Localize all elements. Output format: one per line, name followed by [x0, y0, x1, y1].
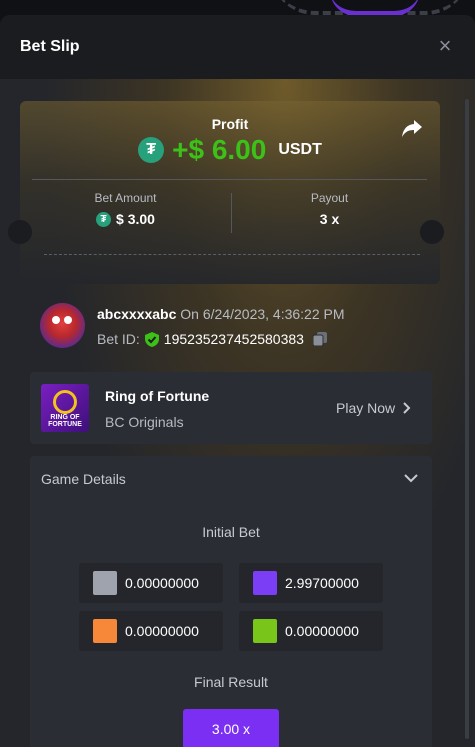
- bet-id-value: 195235237452580383: [163, 331, 304, 347]
- ticket-notch: [420, 220, 444, 244]
- tether-icon: ₮: [96, 211, 112, 227]
- profit-row: ₮ +$ 6.00 USDT: [20, 134, 440, 166]
- close-button[interactable]: ×: [435, 35, 455, 57]
- tether-icon: ₮: [138, 137, 165, 163]
- bet-slip-modal: Bet Slip × Profit ₮ +$ 6.00 USDT Bet Amo…: [0, 15, 475, 747]
- game-provider: BC Originals: [105, 414, 184, 430]
- chevron-right-icon: [403, 402, 411, 414]
- ticket-notch: [8, 220, 32, 244]
- bet-cell-value: 0.00000000: [125, 623, 199, 639]
- wheel-icon: [53, 390, 77, 414]
- game-details-header[interactable]: Game Details: [41, 471, 126, 487]
- bet-time: On 6/24/2023, 4:36:22 PM: [180, 306, 345, 322]
- bet-cell-value: 0.00000000: [285, 623, 359, 639]
- color-swatch: [253, 619, 277, 643]
- bet-cell-value: 0.00000000: [125, 575, 199, 591]
- profit-label: Profit: [211, 116, 249, 132]
- scrollbar[interactable]: [465, 99, 469, 739]
- game-thumbnail-text: RING OF FORTUNE: [48, 414, 82, 428]
- avatar[interactable]: [40, 303, 85, 348]
- verified-shield-icon: [144, 331, 159, 347]
- bet-amount-value: $ 3.00: [116, 211, 155, 227]
- bet-amount-label: Bet Amount: [94, 191, 157, 205]
- game-card[interactable]: RING OF FORTUNE Ring of Fortune BC Origi…: [30, 372, 432, 444]
- final-result-badge: 3.00 x: [183, 709, 279, 747]
- bet-cell-gray: 0.00000000: [79, 563, 223, 603]
- payout-label: Payout: [310, 191, 349, 205]
- chevron-down-icon[interactable]: [403, 470, 419, 486]
- game-name: Ring of Fortune: [105, 388, 210, 404]
- payout-value: 3 x: [319, 211, 340, 227]
- user-line: abcxxxxabc On 6/24/2023, 4:36:22 PM: [97, 306, 345, 322]
- profit-value: +$ 6.00: [172, 134, 267, 165]
- color-swatch: [93, 619, 117, 643]
- bet-id-line: Bet ID: 195235237452580383: [97, 331, 327, 347]
- profit-ticket: Profit ₮ +$ 6.00 USDT Bet Amount ₮ $ 3.0…: [20, 101, 440, 284]
- play-now-label: Play Now: [336, 400, 396, 416]
- modal-header: Bet Slip ×: [0, 15, 475, 79]
- bet-id-label: Bet ID:: [97, 331, 140, 347]
- bet-cell-value: 2.99700000: [285, 575, 359, 591]
- initial-bet-label: Initial Bet: [202, 524, 260, 540]
- dashed-divider: [44, 254, 420, 255]
- bet-slip-content[interactable]: Profit ₮ +$ 6.00 USDT Bet Amount ₮ $ 3.0…: [0, 79, 475, 747]
- game-thumbnail[interactable]: RING OF FORTUNE: [41, 384, 89, 432]
- payout: Payout 3 x: [224, 191, 435, 227]
- bet-cell-green: 0.00000000: [239, 611, 383, 651]
- divider: [32, 179, 427, 180]
- bet-cell-purple: 2.99700000: [239, 563, 383, 603]
- bet-cell-orange: 0.00000000: [79, 611, 223, 651]
- username[interactable]: abcxxxxabc: [97, 306, 176, 322]
- color-swatch: [253, 571, 277, 595]
- color-swatch: [93, 571, 117, 595]
- play-now-button[interactable]: Play Now: [336, 400, 411, 416]
- share-icon[interactable]: [400, 116, 424, 140]
- modal-title: Bet Slip: [20, 38, 80, 55]
- bet-amount: Bet Amount ₮ $ 3.00: [20, 191, 231, 227]
- profit-currency: USDT: [278, 141, 322, 158]
- game-details-panel: Game Details Initial Bet 0.00000000 2.99…: [30, 456, 432, 747]
- user-info: abcxxxxabc On 6/24/2023, 4:36:22 PM Bet …: [40, 303, 440, 353]
- final-result-label: Final Result: [194, 674, 268, 690]
- copy-icon[interactable]: [312, 332, 327, 346]
